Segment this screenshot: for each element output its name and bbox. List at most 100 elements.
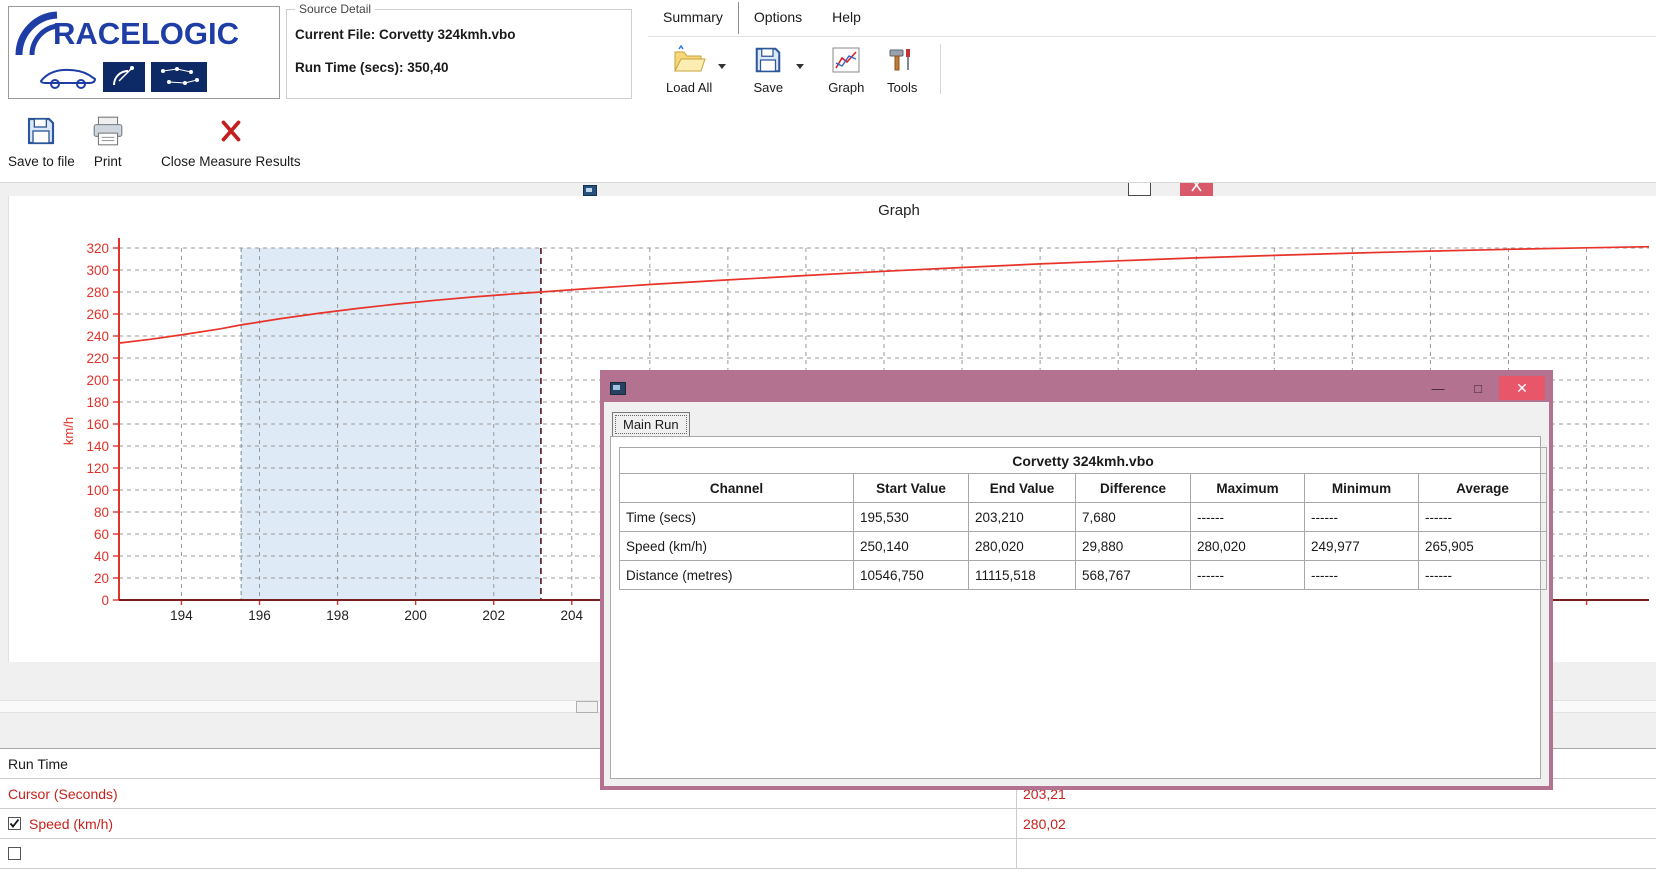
logo-icon-row: [39, 62, 207, 92]
tools-icon: [887, 42, 917, 78]
save-to-file-button[interactable]: Save to file: [8, 104, 75, 169]
source-detail-legend: Source Detail: [295, 2, 375, 16]
x-tick-label: 196: [248, 608, 271, 623]
y-axis-title: km/h: [61, 417, 76, 445]
floppy-disk-icon: [753, 42, 783, 78]
close-measure-results-button[interactable]: Close Measure Results: [141, 104, 321, 169]
measure-table-cell: 29,880: [1076, 532, 1191, 561]
measure-table-cell: 195,530: [854, 503, 969, 532]
y-tick-label: 80: [94, 505, 109, 520]
printer-icon: [91, 110, 125, 152]
measure-table-cell: Speed (km/h): [620, 532, 854, 561]
close-button-remnant[interactable]: [1180, 183, 1213, 196]
measure-table-cell: ------: [1305, 561, 1419, 590]
y-tick-label: 240: [86, 329, 109, 344]
measure-table-cell: ------: [1305, 503, 1419, 532]
graph-label: Graph: [828, 80, 864, 95]
measure-table-cell: 11115,518: [969, 561, 1076, 590]
column-header: Start Value: [854, 474, 969, 503]
y-tick-label: 260: [86, 307, 109, 322]
secondary-toolbar: Save to file Print: [0, 104, 321, 178]
column-header: Difference: [1076, 474, 1191, 503]
app-window: RACELOGIC: [0, 0, 1656, 893]
measure-table-row: Speed (km/h)250,140280,02029,880280,0202…: [620, 532, 1547, 561]
close-button[interactable]: ✕: [1499, 376, 1545, 400]
column-header: Channel: [620, 474, 854, 503]
y-tick-label: 280: [86, 285, 109, 300]
menu-summary[interactable]: Summary: [648, 0, 738, 36]
source-detail-group: Source Detail Current File: Corvetty 324…: [286, 2, 632, 99]
tab-main-run-label: Main Run: [615, 415, 687, 434]
measure-results-page: Corvetty 324kmh.vboChannelStart ValueEnd…: [610, 436, 1541, 779]
x-tick-label: 202: [482, 608, 505, 623]
measure-table-header-row: ChannelStart ValueEnd ValueDifferenceMax…: [620, 474, 1547, 503]
load-all-dropdown-caret[interactable]: [718, 64, 726, 69]
measure-table-cell: 10546,750: [854, 561, 969, 590]
red-x-icon: [217, 110, 245, 152]
column-header: Average: [1419, 474, 1547, 503]
x-tick-label: 204: [560, 608, 583, 623]
menu-options[interactable]: Options: [739, 0, 817, 36]
y-tick-label: 320: [86, 241, 109, 256]
measure-table-title: Corvetty 324kmh.vbo: [620, 448, 1547, 474]
measure-table-cell: 280,020: [969, 532, 1076, 561]
gps-constellation-icon: [151, 62, 207, 92]
x-tick-label: 200: [404, 608, 427, 623]
measure-table-cell: ------: [1419, 503, 1547, 532]
measure-table-cell: ------: [1419, 561, 1547, 590]
print-button[interactable]: Print: [91, 104, 125, 169]
channel-checkbox[interactable]: [8, 847, 21, 860]
channel-row: [0, 839, 1656, 869]
y-tick-label: 0: [101, 593, 109, 608]
graph-button[interactable]: Graph: [818, 40, 874, 97]
tools-button[interactable]: Tools: [874, 40, 930, 97]
measure-table-cell: 249,977: [1305, 532, 1419, 561]
y-tick-label: 20: [94, 571, 109, 586]
measure-table-cell: 203,210: [969, 503, 1076, 532]
measure-table-row: Time (secs)195,530203,2107,680----------…: [620, 503, 1547, 532]
measure-table-cell: 265,905: [1419, 532, 1547, 561]
measure-table-cell: 280,020: [1191, 532, 1305, 561]
menubar: Summary Options Help: [648, 0, 1656, 37]
save-dropdown-caret[interactable]: [796, 64, 804, 69]
tab-main-run[interactable]: Main Run: [612, 412, 690, 436]
column-header: Maximum: [1191, 474, 1305, 503]
channel-checkbox[interactable]: [8, 817, 21, 830]
floppy-disk-icon: [25, 110, 57, 152]
measure-table-cell: ------: [1191, 503, 1305, 532]
measure-window-titlebar[interactable]: — □ ✕: [604, 374, 1549, 402]
check-icon: [9, 818, 20, 829]
channel-row: Speed (km/h) 280,02: [0, 809, 1656, 839]
channel-label: Speed (km/h): [29, 816, 113, 832]
window-icon-remnant: [583, 185, 597, 196]
maximize-button[interactable]: □: [1459, 376, 1497, 400]
x-tick-label: 194: [170, 608, 193, 623]
menu-help[interactable]: Help: [817, 0, 876, 36]
satellite-dish-icon: [103, 62, 145, 92]
window-controls: — □ ✕: [1419, 375, 1545, 401]
channel-label: Cursor (Seconds): [8, 786, 118, 802]
tools-label: Tools: [887, 80, 917, 95]
top-panel: RACELOGIC: [0, 0, 1656, 183]
y-tick-label: 220: [86, 351, 109, 366]
y-tick-label: 160: [86, 417, 109, 432]
column-header: Minimum: [1305, 474, 1419, 503]
y-tick-label: 200: [86, 373, 109, 388]
graph-window-title: Graph: [749, 202, 1049, 219]
close-measure-results-label: Close Measure Results: [161, 154, 301, 169]
window-icon: [610, 382, 626, 395]
current-file-label: Current File: Corvetty 324kmh.vbo: [295, 27, 623, 42]
load-all-button[interactable]: Load All: [660, 40, 718, 97]
measure-results-table: Corvetty 324kmh.vboChannelStart ValueEnd…: [619, 447, 1547, 590]
splitter-handle[interactable]: [576, 701, 598, 713]
channel-label-cell: [0, 839, 1017, 868]
graph-chart-icon: [831, 42, 861, 78]
y-tick-label: 140: [86, 439, 109, 454]
channel-value: 280,02: [1017, 816, 1066, 832]
print-label: Print: [94, 154, 122, 169]
maximize-button-remnant[interactable]: [1128, 183, 1151, 196]
measure-table-cell: 568,767: [1076, 561, 1191, 590]
save-button[interactable]: Save: [740, 40, 796, 97]
logo-text: RACELOGIC: [53, 16, 239, 52]
minimize-button[interactable]: —: [1419, 376, 1457, 400]
